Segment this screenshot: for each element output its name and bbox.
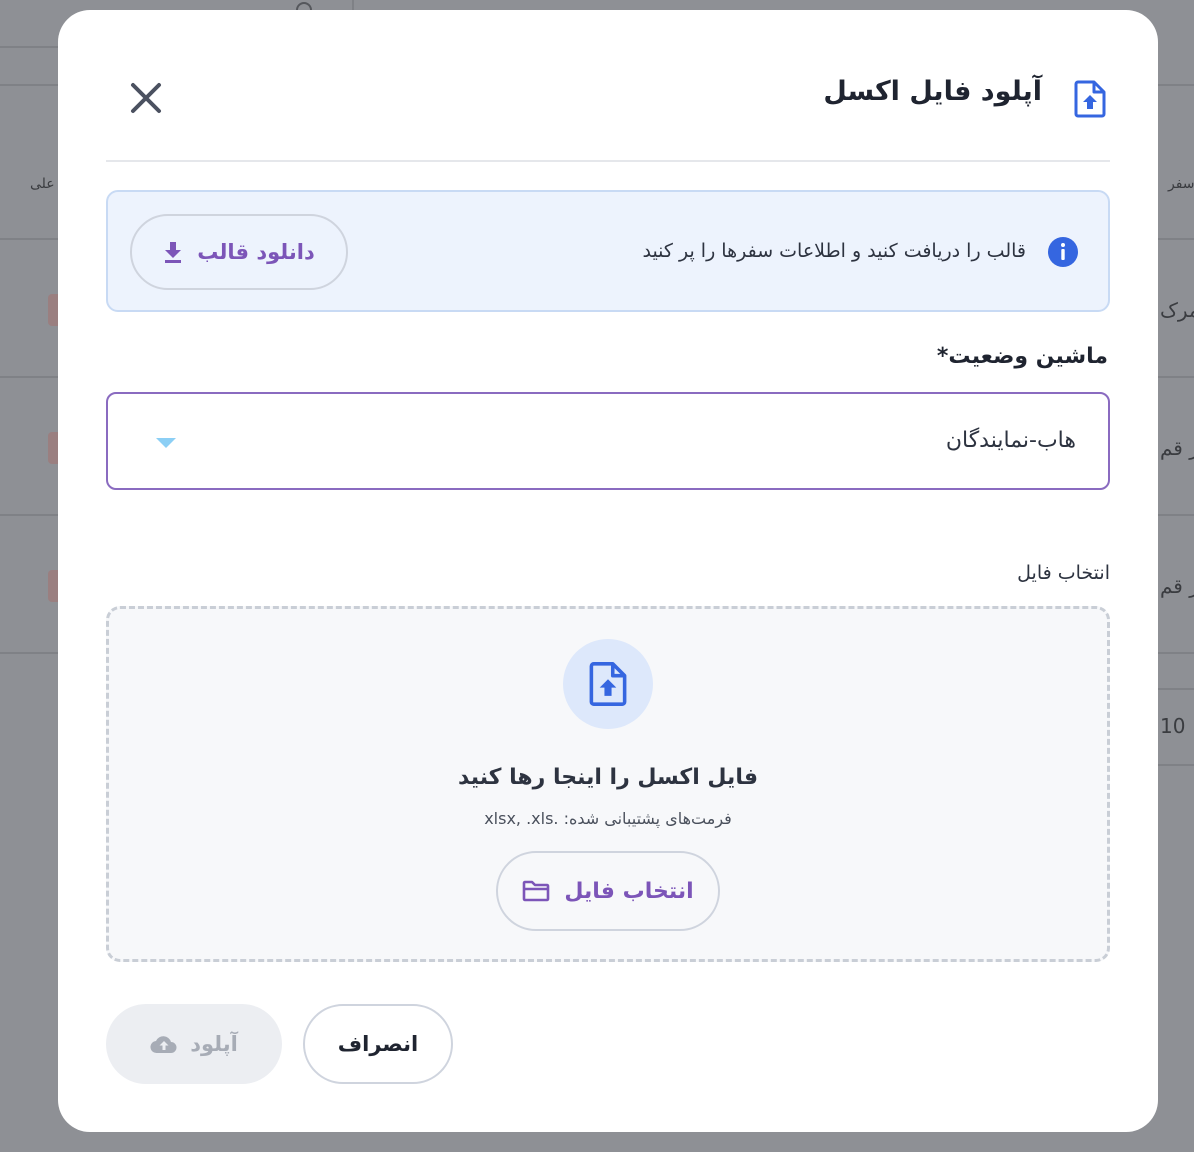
table-header: سفر xyxy=(1168,176,1194,192)
info-text: قالب را دریافت کنید و اطلاعات سفرها را پ… xyxy=(642,240,1026,262)
upload-button[interactable]: آپلود xyxy=(106,1004,282,1084)
chevron-down-icon xyxy=(156,438,176,448)
upload-excel-modal: آپلود فایل اکسل قالب را دریافت کنید و اط… xyxy=(58,10,1158,1132)
modal-title: آپلود فایل اکسل xyxy=(823,76,1042,107)
page-size-select: 10 xyxy=(1160,714,1186,738)
close-icon[interactable] xyxy=(128,80,164,116)
table-cell: ز قم xyxy=(1160,574,1194,598)
table-header: علی xyxy=(30,176,55,192)
folder-icon xyxy=(523,880,550,902)
file-upload-icon xyxy=(1074,80,1106,118)
drop-icon-circle xyxy=(563,639,653,729)
status-select-value: هاب-نمایندگان xyxy=(945,428,1076,453)
modal-header: آپلود فایل اکسل xyxy=(106,10,1110,162)
table-cell: ز قم xyxy=(1160,436,1194,460)
info-icon xyxy=(1048,237,1078,267)
divider xyxy=(1158,688,1194,690)
info-banner: قالب را دریافت کنید و اطلاعات سفرها را پ… xyxy=(106,190,1110,312)
upload-label: آپلود xyxy=(190,1032,238,1056)
supported-formats-hint: فرمت‌های پشتیبانی شده: .xlsx, .xls xyxy=(484,809,732,828)
download-template-button[interactable]: دانلود قالب xyxy=(130,214,348,290)
download-template-label: دانلود قالب xyxy=(197,240,315,264)
download-icon xyxy=(165,242,182,263)
divider xyxy=(352,0,354,10)
cancel-button[interactable]: انصراف xyxy=(303,1004,453,1084)
table-cell: ز-مرک xyxy=(1160,298,1194,322)
choose-file-button[interactable]: انتخاب فایل xyxy=(496,851,720,931)
divider xyxy=(1158,764,1194,766)
status-field-label: ماشین وضعیت* xyxy=(936,344,1108,369)
file-upload-icon xyxy=(589,662,627,706)
divider xyxy=(0,46,58,48)
file-drop-zone[interactable]: فایل اکسل را اینجا رها کنید فرمت‌های پشت… xyxy=(106,606,1110,962)
file-field-label: انتخاب فایل xyxy=(1017,562,1110,584)
choose-file-label: انتخاب فایل xyxy=(564,878,694,904)
cloud-upload-icon xyxy=(150,1036,177,1054)
drop-title: فایل اکسل را اینجا رها کنید xyxy=(458,765,758,790)
status-select[interactable]: هاب-نمایندگان xyxy=(106,392,1110,490)
cancel-label: انصراف xyxy=(337,1032,419,1056)
